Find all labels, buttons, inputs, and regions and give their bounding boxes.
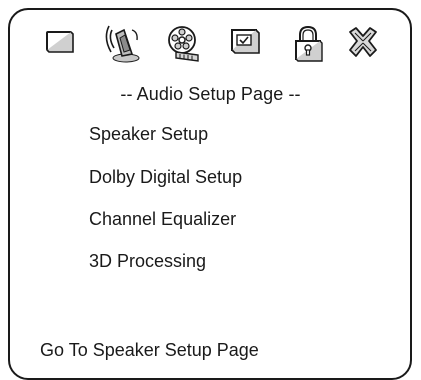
video-setup-icon[interactable]	[164, 24, 202, 64]
menu-item-dolby-digital-setup[interactable]: Dolby Digital Setup	[89, 167, 242, 188]
password-icon[interactable]	[290, 24, 326, 64]
exit-icon[interactable]	[344, 24, 382, 64]
setup-icon-bar	[0, 0, 421, 72]
preference-icon[interactable]	[228, 24, 264, 64]
menu-item-channel-equalizer[interactable]: Channel Equalizer	[89, 209, 236, 230]
page-title: -- Audio Setup Page --	[120, 84, 301, 104]
general-setup-icon[interactable]	[42, 24, 78, 64]
status-line: Go To Speaker Setup Page	[40, 340, 259, 360]
menu-item-speaker-setup[interactable]: Speaker Setup	[89, 124, 208, 145]
menu-item-3d-processing[interactable]: 3D Processing	[89, 251, 206, 272]
audio-setup-icon[interactable]	[104, 20, 144, 66]
